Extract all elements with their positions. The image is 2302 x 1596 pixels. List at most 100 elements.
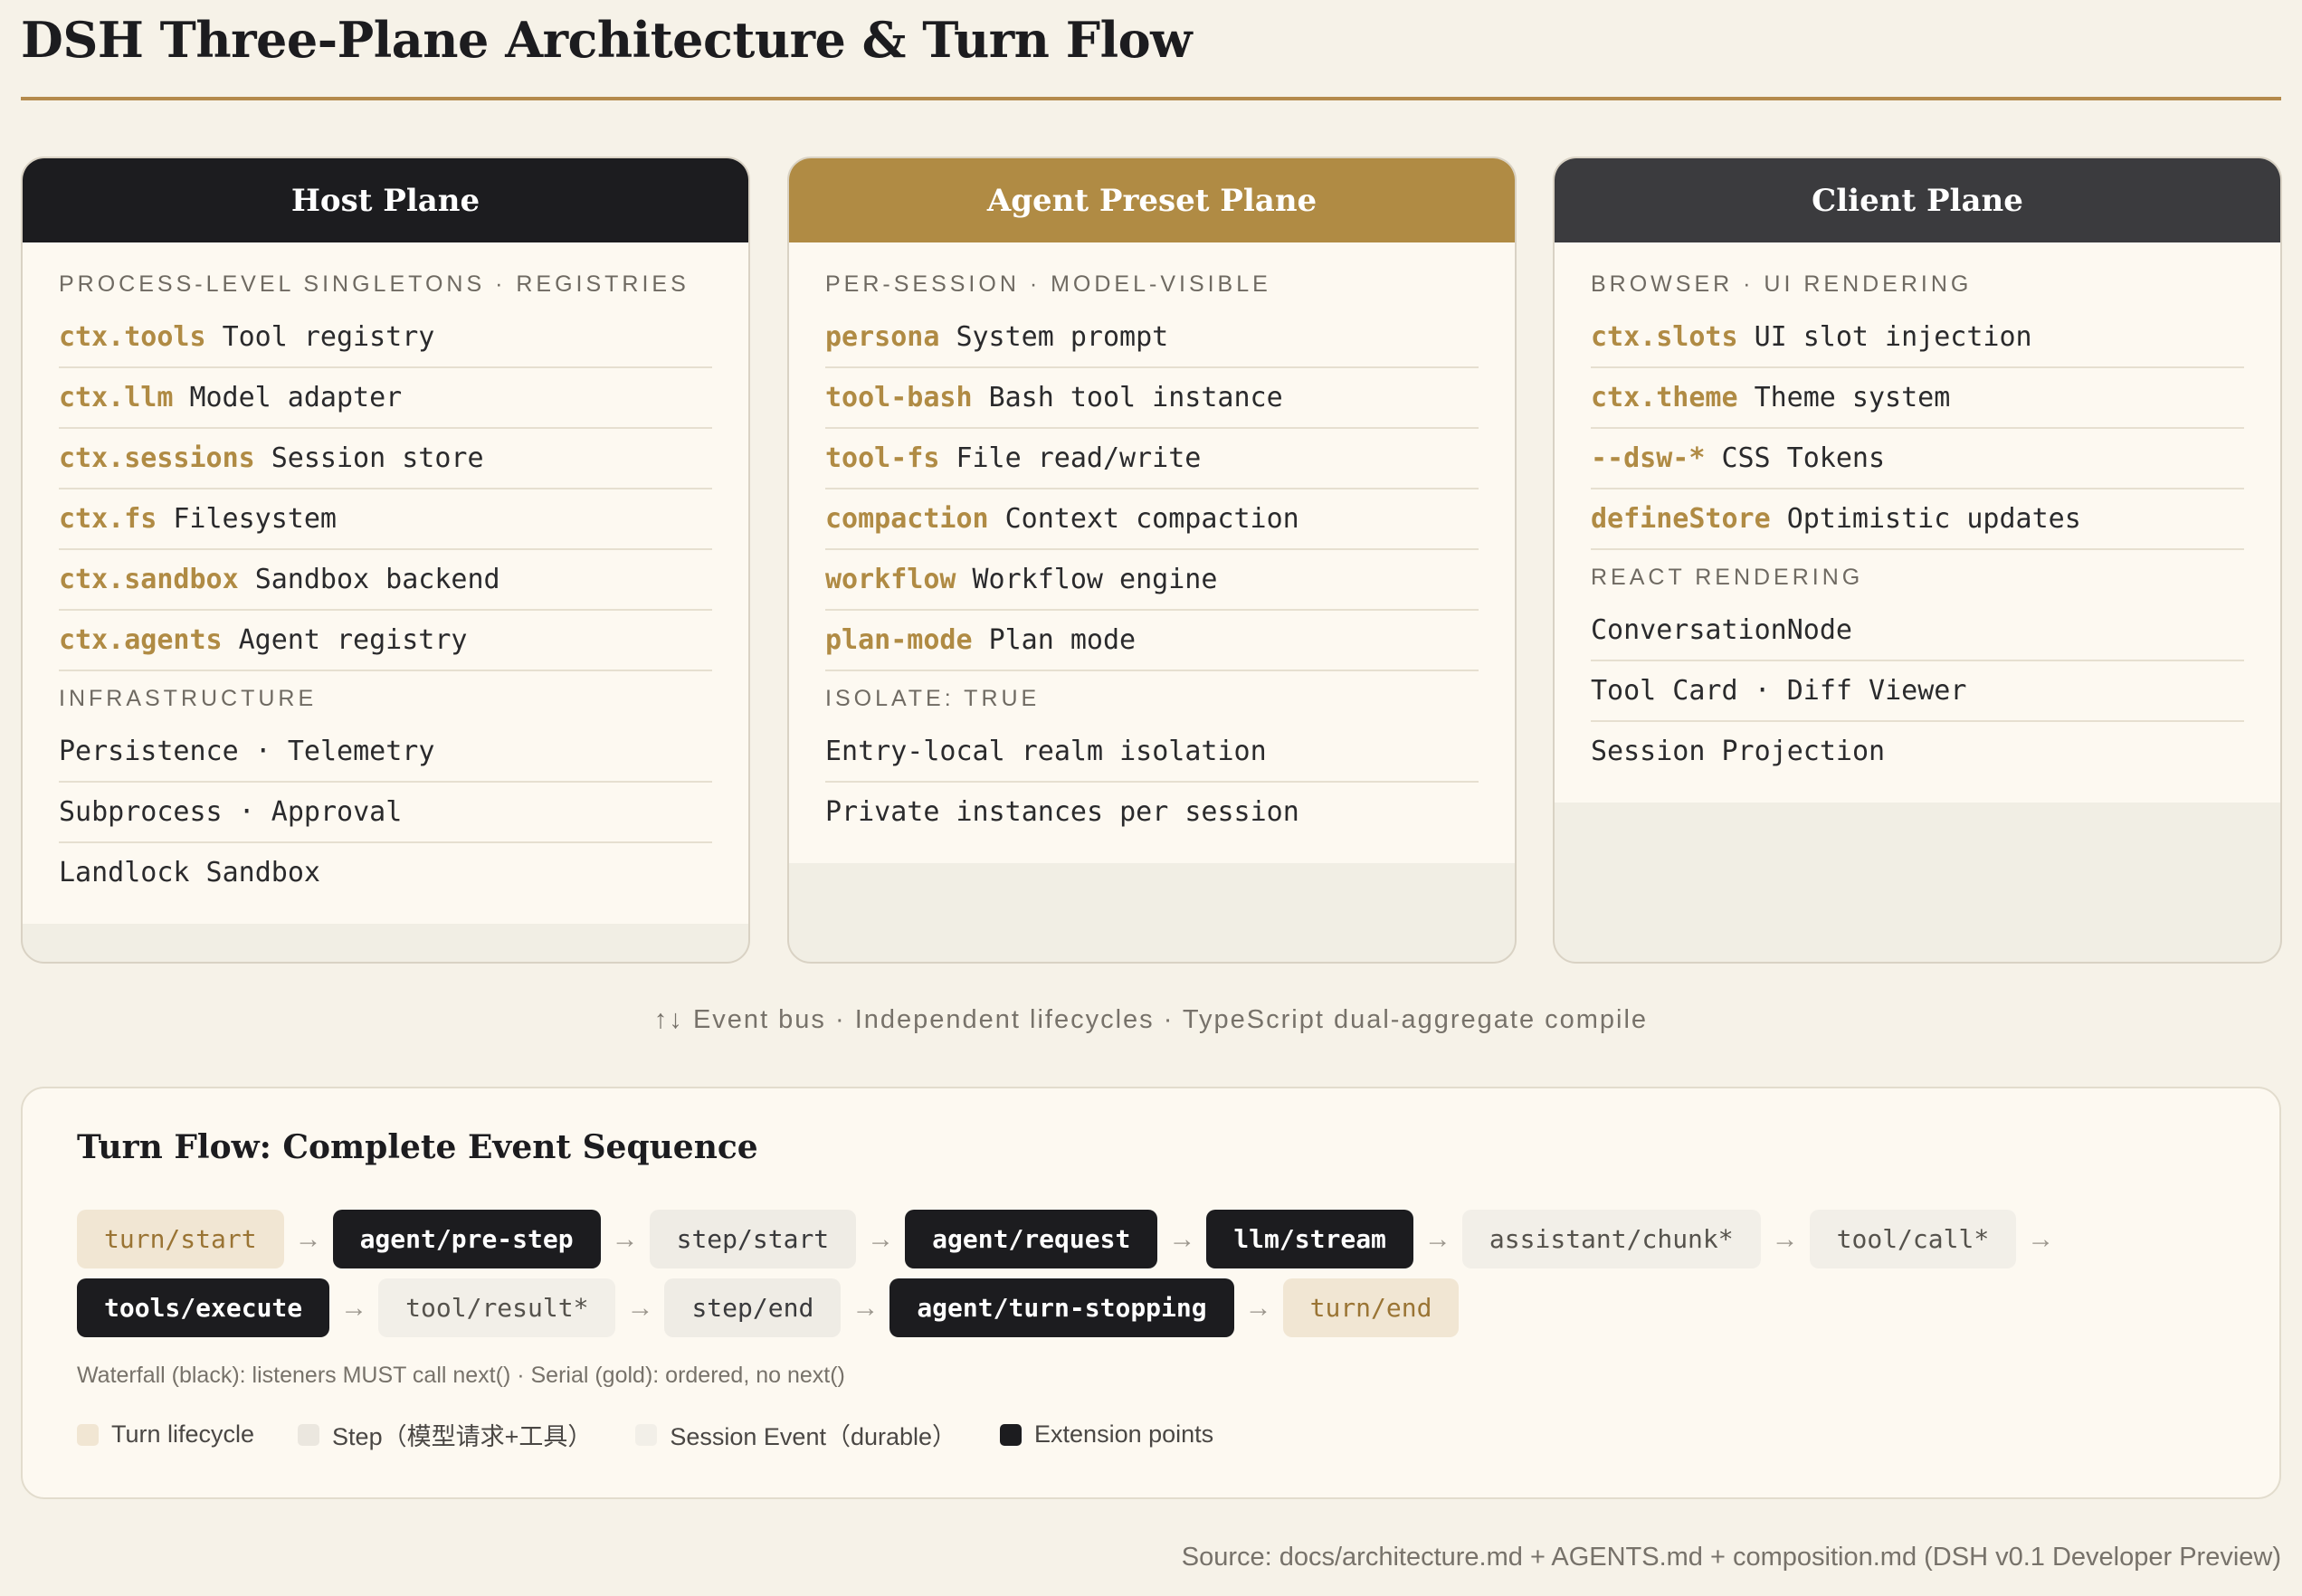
event-chip: step/end [664,1278,842,1337]
item-desc: Persistence · Telemetry [59,736,435,767]
section-label: REACT RENDERING [1591,565,1864,590]
item-key: workflow [825,564,956,595]
flow-row: turn/start → agent/pre-step → step/start… [77,1210,2065,1268]
title-divider [21,97,2281,100]
item-desc: File read/write [956,442,1202,474]
legend-label: Step（模型请求+工具） [332,1423,593,1450]
list-item: ctx.tools Tool registry [59,308,712,368]
list-item: workflow Workflow engine [825,550,1479,611]
page-title: DSH Three-Plane Architecture & Turn Flow [21,11,1193,69]
item-desc: ConversationNode [1591,614,1852,646]
agent-preset-plane-card: Agent Preset Plane PER-SESSION · MODEL-V… [787,157,1517,964]
item-desc: Tool registry [222,321,435,353]
list-item: Landlock Sandbox [59,843,712,902]
legend: Turn lifecycle Step（模型请求+工具） Session Eve… [77,1417,1257,1452]
section-label: PER-SESSION · MODEL-VISIBLE [825,271,1271,297]
item-key: ctx.slots [1591,321,1738,353]
arrow-right-icon: → [1771,1223,1799,1254]
item-desc: Landlock Sandbox [59,857,320,888]
section-label: INFRASTRUCTURE [59,686,318,711]
item-key: ctx.theme [1591,382,1738,413]
item-key: ctx.agents [59,624,223,656]
section-label: BROWSER · UI RENDERING [1591,271,1973,297]
list-item: ctx.sessions Session store [59,429,712,489]
legend-swatch [1000,1423,1023,1446]
list-item: ctx.fs Filesystem [59,489,712,550]
arrow-right-icon: → [1168,1223,1196,1254]
item-key: ctx.sessions [59,442,255,474]
item-key: compaction [825,503,989,535]
arrow-right-icon: → [1423,1223,1451,1254]
item-key: ctx.sandbox [59,564,239,595]
arrow-right-icon: → [340,1292,368,1323]
item-key: --dsw-* [1591,442,1706,474]
legend-swatch [635,1423,658,1446]
client-plane-body: BROWSER · UI RENDERING ctx.slots UI slot … [1555,242,2280,803]
list-item: ConversationNode [1591,601,2244,661]
list-item: Entry-local realm isolation [825,722,1479,783]
event-chip: agent/request [905,1210,1158,1268]
event-chip: tool/result* [378,1278,616,1337]
item-key: tool-fs [825,442,940,474]
section-label: PROCESS-LEVEL SINGLETONS · REGISTRIES [59,271,690,297]
legend-label: Turn lifecycle [111,1420,255,1448]
legend-item: Turn lifecycle [77,1420,254,1449]
item-desc: Private instances per session [825,796,1299,828]
item-desc: Subprocess · Approval [59,796,403,828]
item-key: tool-bash [825,382,973,413]
list-item: ctx.theme Theme system [1591,368,2244,429]
arrow-right-icon: → [294,1223,322,1254]
item-desc: Optimistic updates [1786,503,2081,535]
source-citation: Source: docs/architecture.md + AGENTS.md… [1181,1543,2281,1572]
item-desc: Session store [271,442,484,474]
event-chip: step/start [649,1210,857,1268]
item-desc: Sandbox backend [254,564,500,595]
list-item: ctx.llm Model adapter [59,368,712,429]
item-desc: Context compaction [1004,503,1299,535]
list-item: ctx.slots UI slot injection [1591,308,2244,368]
item-desc: Plan mode [988,624,1137,656]
item-key: plan-mode [825,624,973,656]
item-desc: Workflow engine [972,564,1218,595]
list-item: ctx.agents Agent registry [59,611,712,671]
agent-preset-plane-header: Agent Preset Plane [789,158,1515,242]
item-key: ctx.llm [59,382,174,413]
host-plane-body: PROCESS-LEVEL SINGLETONS · REGISTRIES ct… [23,242,748,924]
turn-flow-title: Turn Flow: Complete Event Sequence [77,1128,758,1166]
item-desc: UI slot injection [1754,321,2032,353]
legend-item: Extension points [1000,1420,1213,1449]
arrow-right-icon: → [2027,1223,2055,1254]
list-item: compaction Context compaction [825,489,1479,550]
legend-label: Session Event（durable） [670,1423,957,1450]
item-desc: Theme system [1754,382,1951,413]
legend-item: Session Event（durable） [635,1417,956,1452]
event-chip: tool/call* [1809,1210,2017,1268]
client-plane-header: Client Plane [1555,158,2280,242]
list-item: tool-fs File read/write [825,429,1479,489]
event-chip: assistant/chunk* [1461,1210,1761,1268]
arrow-right-icon: → [867,1223,895,1254]
item-key: ctx.fs [59,503,157,535]
list-item: plan-mode Plan mode [825,611,1479,671]
list-item: Session Projection [1591,722,2244,781]
item-desc: Agent registry [238,624,468,656]
item-desc: Bash tool instance [988,382,1283,413]
item-key: ctx.tools [59,321,206,353]
event-chip: turn/end [1282,1278,1460,1337]
list-item: Persistence · Telemetry [59,722,712,783]
list-item: tool-bash Bash tool instance [825,368,1479,429]
event-chip: agent/pre-step [332,1210,601,1268]
arrow-right-icon: → [611,1223,639,1254]
legend-label: Extension points [1034,1420,1214,1448]
item-desc: Session Projection [1591,736,1886,767]
item-desc: Model adapter [189,382,403,413]
list-item: Subprocess · Approval [59,783,712,843]
event-chip: agent/turn-stopping [889,1278,1234,1337]
legend-swatch [77,1423,99,1446]
legend-item: Step（模型请求+工具） [298,1417,592,1452]
item-key: persona [825,321,940,353]
list-item: persona System prompt [825,308,1479,368]
event-chip: turn/start [77,1210,284,1268]
flow-note: Waterfall (black): listeners MUST call n… [77,1363,845,1388]
arrow-right-icon: → [851,1292,880,1323]
